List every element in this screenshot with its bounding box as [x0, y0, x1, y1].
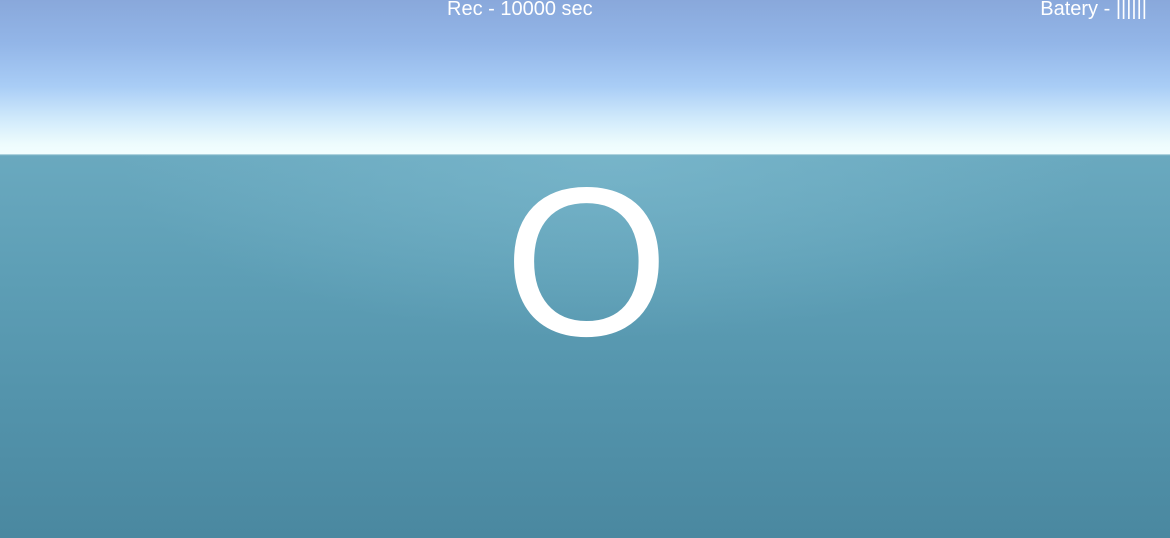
recording-timer-text: Rec - 10000 sec	[447, 0, 593, 20]
sky-background	[0, 0, 1170, 157]
center-ring-symbol: O	[504, 143, 669, 380]
battery-indicator-text: Batery - ||||||	[1040, 0, 1147, 20]
game-viewport[interactable]: Rec - 10000 sec Batery - |||||| O	[0, 0, 1170, 538]
